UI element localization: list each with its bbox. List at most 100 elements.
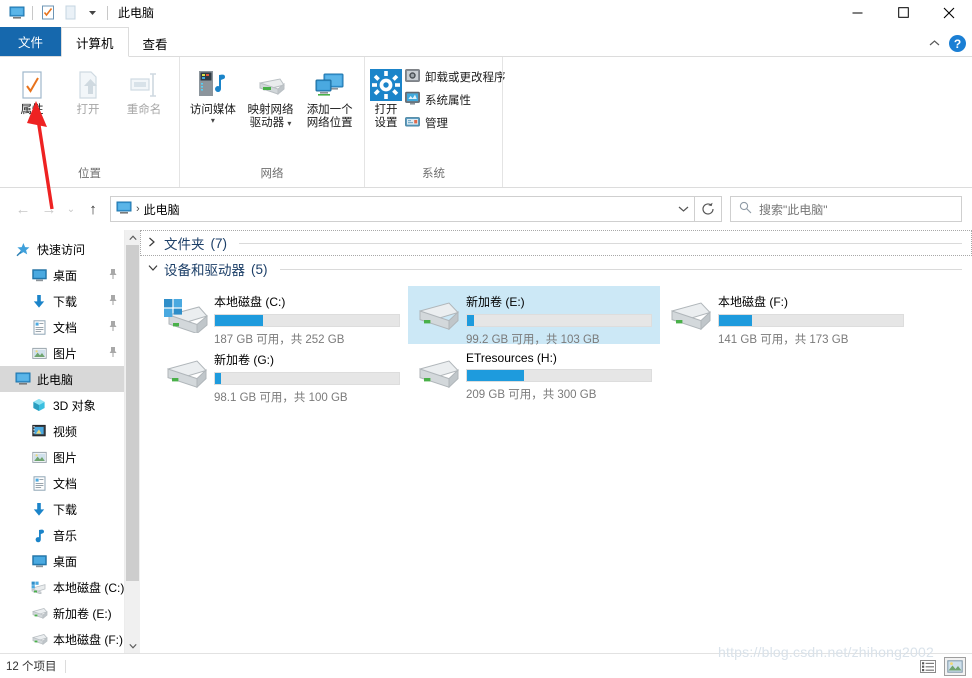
windows-drive-icon [30, 581, 48, 594]
drive-icon [408, 292, 466, 338]
chevron-down-icon[interactable] [148, 264, 158, 275]
sidebar-item-9[interactable]: 文档 [0, 470, 140, 496]
navigation-pane: 快速访问 桌面 下载 文档 图片 此电脑 3D 对象 视频 图片 文档 下载 音乐 桌面 本地磁盘 (C:… [0, 230, 140, 653]
add-network-location-label-2: 网络位置 [306, 117, 353, 129]
sidebar-item-label: 桌面 [53, 554, 78, 569]
rename-button[interactable]: 重命名 [116, 65, 172, 119]
drive-tile[interactable]: 本地磁盘 (C:) 187 GB 可用，共 252 GB [156, 286, 408, 346]
sidebar-item-14[interactable]: 新加卷 (E:) [0, 600, 140, 626]
open-settings-label-1: 打开 [374, 104, 398, 116]
drive-name: 本地磁盘 (C:) [214, 295, 286, 309]
up-arrow-icon[interactable]: ↑ [80, 196, 106, 222]
scroll-up-icon[interactable] [125, 230, 140, 245]
map-network-drive-dropdown-icon[interactable]: ▾ [287, 119, 291, 128]
pictures-icon [30, 451, 48, 464]
sidebar-item-12[interactable]: 桌面 [0, 548, 140, 574]
open-settings-button[interactable]: 打开 设置 [369, 65, 403, 132]
group-header-devices[interactable]: 设备和驱动器 (5) [140, 256, 972, 282]
group-header-folders[interactable]: 文件夹 (7) [140, 230, 972, 256]
documents-icon [30, 319, 48, 335]
open-label: 打开 [76, 104, 100, 116]
map-network-drive-button[interactable]: 映射网络 驱动器 ▾ [242, 65, 300, 132]
navigation-pane-scrollbar[interactable] [124, 230, 140, 653]
sidebar-item-7[interactable]: 视频 [0, 418, 140, 444]
pin-icon[interactable] [108, 268, 118, 283]
drive-info: 新加卷 (E:) 99.2 GB 可用，共 103 GB [466, 292, 660, 347]
large-icons-view-icon[interactable] [944, 656, 966, 676]
status-bar: 12 个项目 https://blog.csdn.net/zhihong2002 [0, 644, 972, 678]
sidebar-item-5[interactable]: 此电脑 [0, 366, 140, 392]
pin-icon[interactable] [108, 294, 118, 309]
uninstall-program-button[interactable]: 卸载或更改程序 [403, 67, 510, 87]
quick-access-toolbar: 此电脑 [0, 0, 154, 25]
drive-tile[interactable]: ETresources (H:) 209 GB 可用，共 300 GB [408, 344, 660, 402]
pin-icon[interactable] [108, 320, 118, 335]
sidebar-item-10[interactable]: 下载 [0, 496, 140, 522]
add-network-location-button[interactable]: 添加一个 网络位置 [299, 65, 360, 132]
search-input[interactable]: 搜索"此电脑" [730, 196, 962, 222]
add-network-location-label-1: 添加一个 [306, 104, 353, 116]
refresh-icon[interactable] [695, 196, 722, 222]
sidebar-item-11[interactable]: 音乐 [0, 522, 140, 548]
search-icon [739, 201, 752, 217]
sidebar-item-4[interactable]: 图片 [0, 340, 140, 366]
map-network-drive-icon [254, 67, 288, 101]
sidebar-item-1[interactable]: 桌面 [0, 262, 140, 288]
help-button[interactable]: ? [949, 35, 966, 52]
tab-computer[interactable]: 计算机 [61, 27, 129, 57]
minimize-button[interactable] [834, 0, 880, 25]
drive-tile[interactable]: 新加卷 (E:) 99.2 GB 可用，共 103 GB [408, 286, 660, 347]
sidebar-item-13[interactable]: 本地磁盘 (C:) [0, 574, 140, 600]
this-pc-icon [14, 372, 32, 386]
drive-tile[interactable]: 新加卷 (G:) 98.1 GB 可用，共 100 GB [156, 344, 408, 405]
chevron-right-icon[interactable] [148, 237, 158, 250]
drive-capacity-label: 209 GB 可用，共 300 GB [466, 389, 597, 401]
maximize-button[interactable] [880, 0, 926, 25]
this-pc-icon[interactable] [6, 2, 28, 23]
open-button[interactable]: 打开 [60, 65, 116, 119]
manage-computer-button[interactable]: 管理 [403, 113, 510, 133]
sidebar-item-6[interactable]: 3D 对象 [0, 392, 140, 418]
properties-button[interactable]: 属性 [4, 65, 60, 119]
drive-icon [660, 292, 718, 338]
sidebar-item-8[interactable]: 图片 [0, 444, 140, 470]
scroll-down-icon[interactable] [125, 638, 140, 653]
sidebar-item-15[interactable]: 本地磁盘 (F:) [0, 626, 140, 652]
navigation-pane-scroll-thumb[interactable] [126, 245, 139, 581]
settings-gear-icon [370, 67, 402, 101]
tab-file[interactable]: 文件 [0, 27, 62, 56]
group-header-folders-count: (7) [210, 235, 228, 251]
new-folder-icon[interactable] [59, 2, 81, 23]
access-media-button[interactable]: 访问媒体 ▾ [184, 65, 242, 127]
chevron-down-icon[interactable] [672, 198, 694, 220]
sidebar-item-3[interactable]: 文档 [0, 314, 140, 340]
breadcrumb[interactable]: › 此电脑 [111, 201, 180, 218]
back-arrow-icon[interactable]: ← [10, 196, 36, 222]
ribbon-group-system-items: 打开 设置 卸载或更改程序 系统属性 管理 [369, 57, 506, 165]
explorer-content: 快速访问 桌面 下载 文档 图片 此电脑 3D 对象 视频 图片 文档 下载 音乐 桌面 本地磁盘 (C:… [0, 230, 972, 653]
properties-icon[interactable] [37, 2, 59, 23]
drive-info: 新加卷 (G:) 98.1 GB 可用，共 100 GB [214, 350, 408, 405]
group-header-devices-rule [279, 268, 962, 270]
address-bar[interactable]: › 此电脑 [110, 196, 695, 222]
navigation-pane-list: 快速访问 桌面 下载 文档 图片 此电脑 3D 对象 视频 图片 文档 下载 音乐 桌面 本地磁盘 (C:… [0, 236, 140, 653]
system-properties-button[interactable]: 系统属性 [403, 90, 510, 110]
sidebar-item-label: 文档 [53, 476, 78, 491]
tab-view[interactable]: 查看 [129, 31, 182, 56]
close-button[interactable] [926, 0, 972, 25]
chevron-up-icon[interactable] [927, 38, 941, 50]
drive-tile[interactable]: 本地磁盘 (F:) 141 GB 可用，共 173 GB [660, 286, 912, 346]
details-view-icon[interactable] [918, 658, 938, 675]
downloads-icon [30, 502, 48, 517]
sidebar-item-0[interactable]: 快速访问 [0, 236, 140, 262]
drive-capacity-label: 98.1 GB 可用，共 100 GB [214, 392, 348, 404]
chevron-down-icon[interactable] [81, 2, 103, 23]
recent-locations-icon[interactable]: ⌄ [62, 196, 80, 222]
ribbon-body: 属性 打开 重命名 位置 访问媒体 ▾ 映射网络 驱动器 ▾ 添加一个 网络位置… [0, 57, 972, 210]
pictures-icon [30, 347, 48, 360]
watermark-text: https://blog.csdn.net/zhihong2002 [718, 644, 934, 660]
pin-icon[interactable] [108, 346, 118, 361]
sidebar-item-2[interactable]: 下载 [0, 288, 140, 314]
forward-arrow-icon[interactable]: → [36, 196, 62, 222]
access-media-dropdown-icon[interactable]: ▾ [211, 117, 215, 125]
